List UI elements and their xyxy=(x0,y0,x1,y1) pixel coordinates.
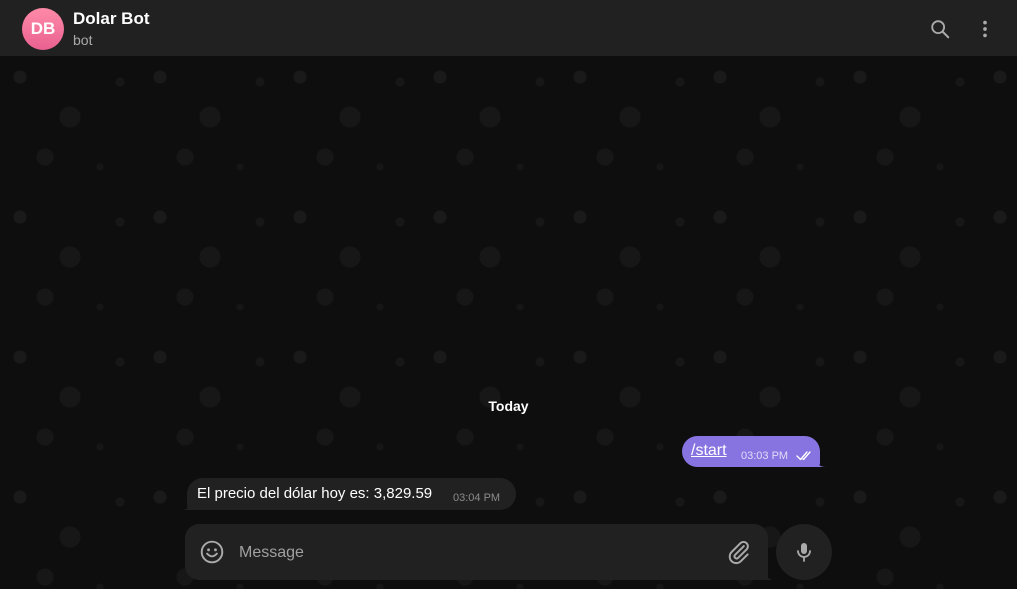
incoming-message[interactable]: El precio del dólar hoy es: 3,829.59 03:… xyxy=(181,478,516,510)
composer-tail xyxy=(765,568,775,580)
chat-subtitle: bot xyxy=(73,32,93,48)
search-button[interactable] xyxy=(923,12,957,46)
chat-header: DB Dolar Bot bot xyxy=(0,0,1017,57)
more-vertical-icon xyxy=(983,20,987,38)
chat-title[interactable]: Dolar Bot xyxy=(73,9,150,29)
message-time: 03:03 PM xyxy=(741,450,789,462)
command-link[interactable]: /start xyxy=(691,442,727,460)
outgoing-message[interactable]: /start 03:03 PM xyxy=(682,436,826,467)
message-input[interactable] xyxy=(237,540,711,566)
smile-icon[interactable] xyxy=(199,539,225,565)
message-text: El precio del dólar hoy es: 3,829.59 xyxy=(197,485,433,502)
search-icon xyxy=(931,20,950,39)
double-check-icon xyxy=(796,451,811,461)
message-time: 03:04 PM xyxy=(453,492,501,504)
message-composer xyxy=(185,524,775,580)
voice-record-button[interactable] xyxy=(776,524,832,580)
chat-background xyxy=(0,57,1017,589)
bubble-tail xyxy=(816,457,826,467)
paperclip-icon[interactable] xyxy=(726,539,752,565)
more-options-button[interactable] xyxy=(968,12,1002,46)
avatar[interactable]: DB xyxy=(22,8,64,50)
microphone-icon xyxy=(797,543,811,562)
bubble-tail xyxy=(181,500,191,510)
date-separator: Today xyxy=(488,398,529,414)
